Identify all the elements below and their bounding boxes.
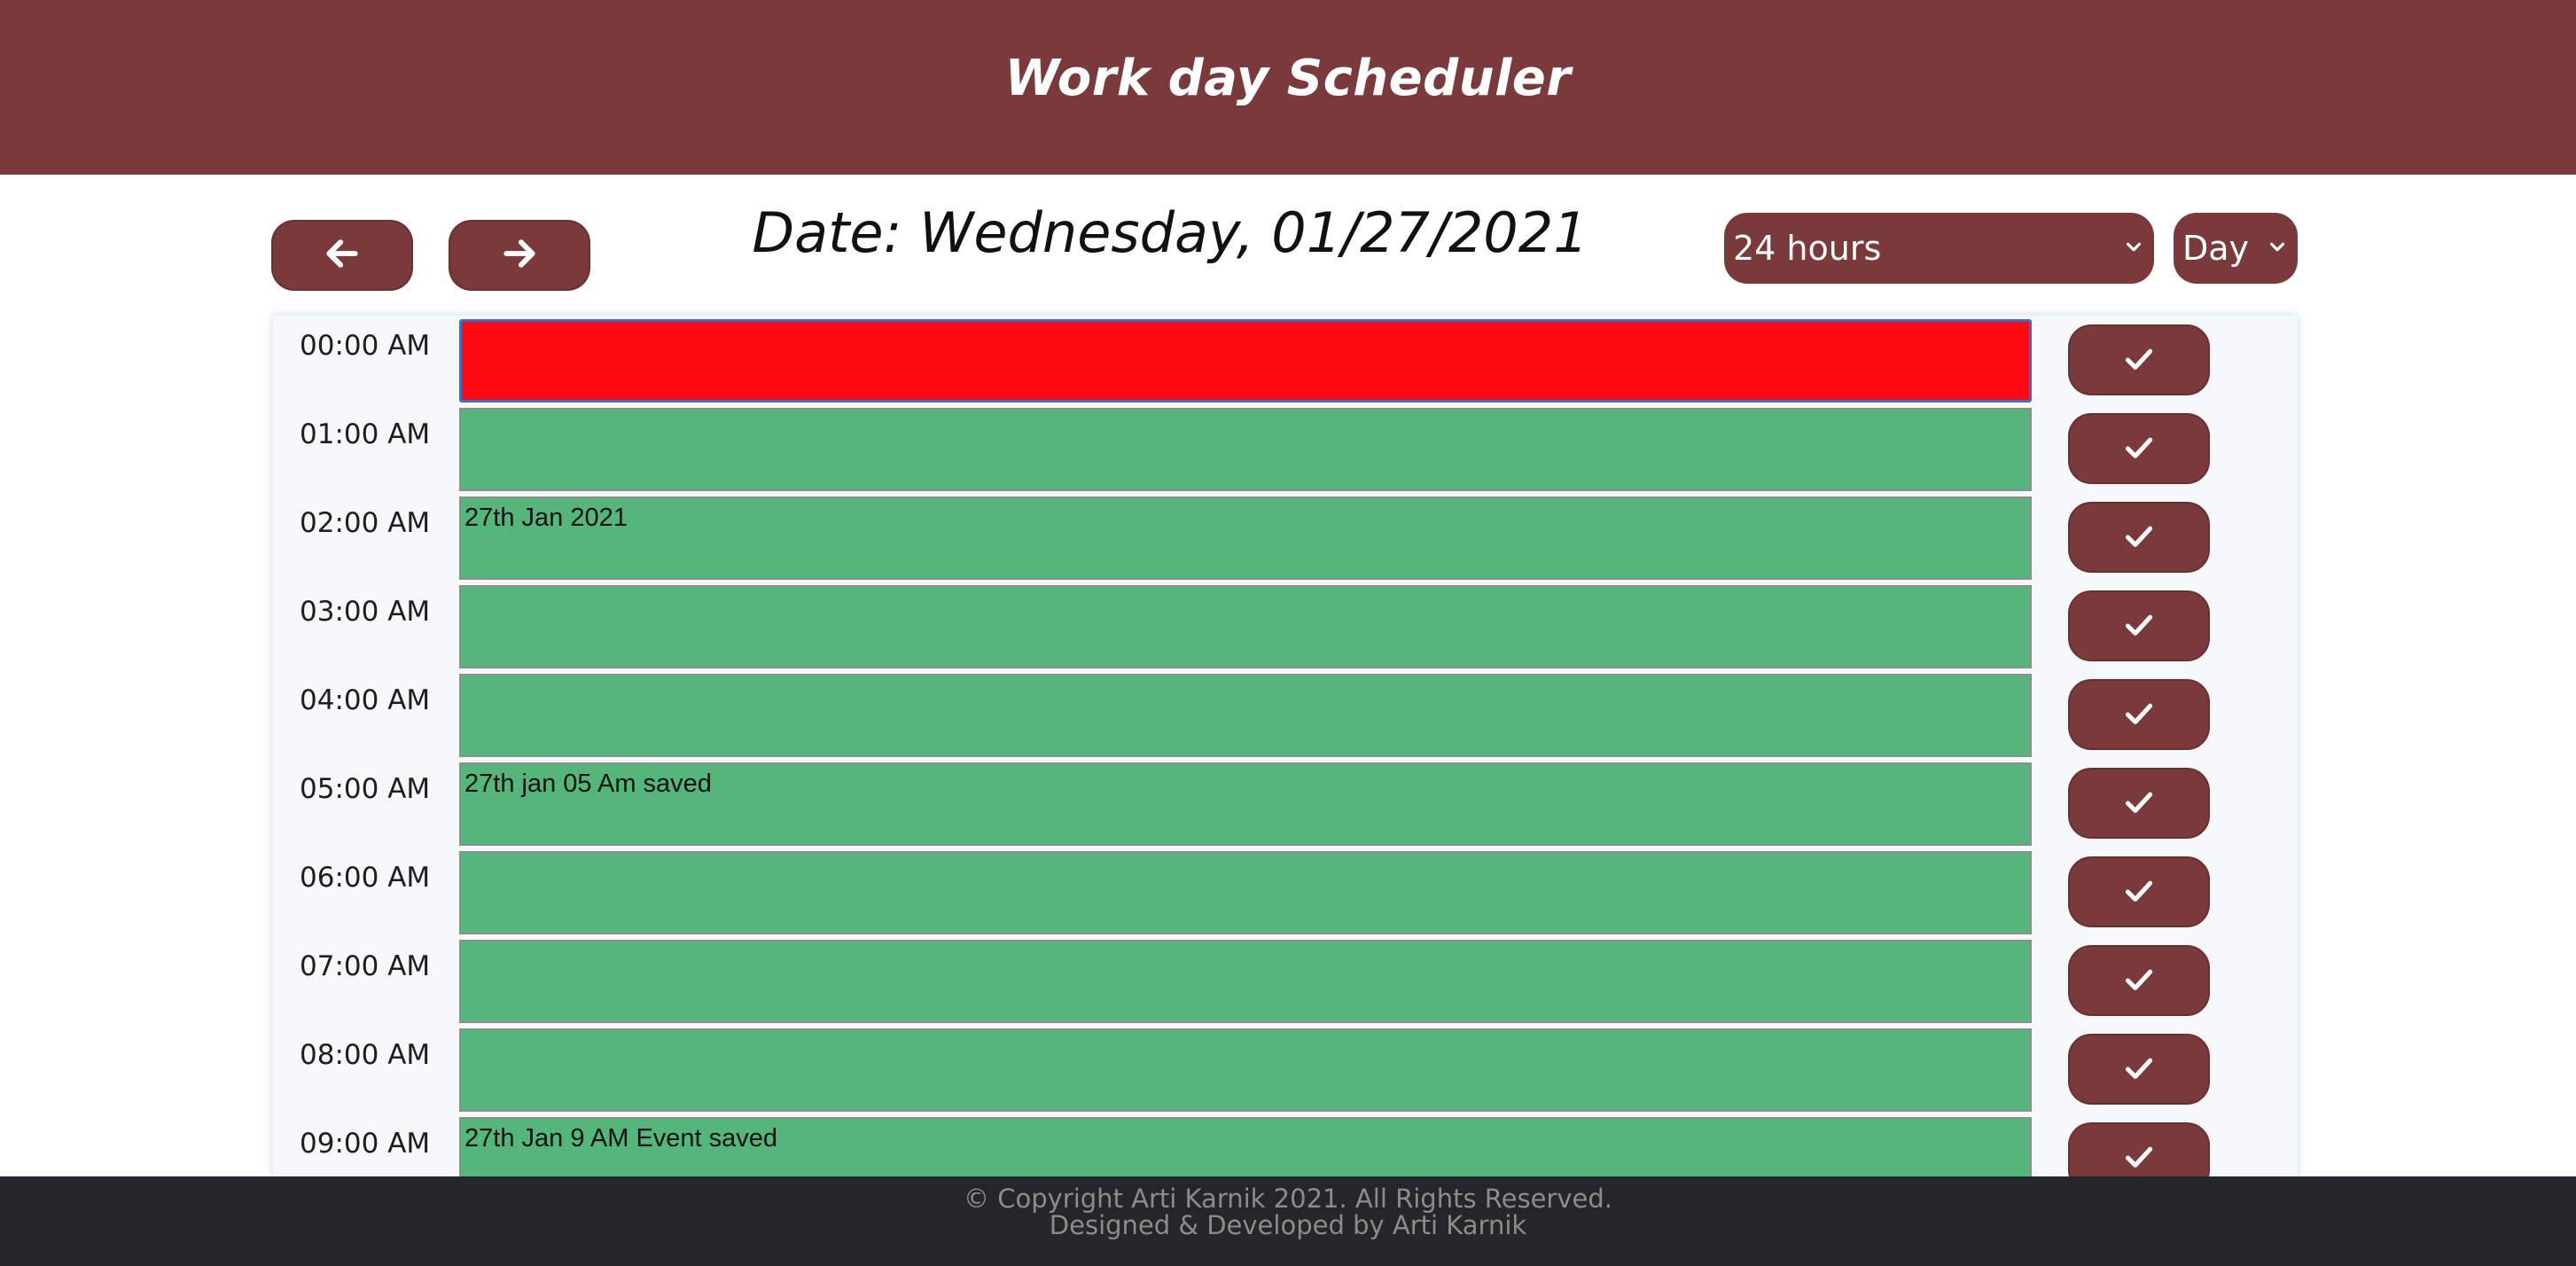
time-row: 06:00 AM (273, 848, 2298, 936)
hour-label: 07:00 AM (300, 950, 431, 982)
checkmark-icon (2125, 348, 2153, 370)
event-input[interactable] (459, 585, 2032, 668)
checkmark-icon (2125, 1058, 2153, 1079)
event-input[interactable] (459, 319, 2032, 402)
save-button[interactable] (2068, 856, 2210, 927)
time-row: 05:00 AM 27th jan 05 Am saved (273, 759, 2298, 848)
time-row: 00:00 AM (273, 316, 2298, 404)
checkmark-icon (2125, 1146, 2153, 1168)
hour-label: 06:00 AM (300, 862, 431, 894)
event-input[interactable] (459, 1028, 2032, 1112)
app-title: Work day Scheduler (1004, 50, 1572, 107)
save-button[interactable] (2068, 945, 2210, 1016)
time-row: 08:00 AM (273, 1025, 2298, 1114)
page-footer: © Copyright Arti Karnik 2021. All Rights… (0, 1176, 2576, 1266)
time-row: 04:00 AM (273, 670, 2298, 759)
event-input[interactable] (459, 851, 2032, 934)
save-button[interactable] (2068, 679, 2210, 750)
hour-label: 00:00 AM (300, 330, 431, 362)
chevron-down-icon (2126, 242, 2142, 252)
hours-select[interactable]: 24 hours (1724, 213, 2154, 284)
save-button[interactable] (2068, 1034, 2210, 1105)
checkmark-icon (2125, 969, 2153, 990)
chevron-down-icon (2269, 242, 2285, 252)
current-date: Date: Wednesday, 01/27/2021 (752, 200, 1589, 265)
event-input[interactable] (459, 674, 2032, 757)
view-select[interactable]: Day (2174, 213, 2298, 284)
hour-label: 08:00 AM (300, 1039, 431, 1071)
view-select-value: Day (2182, 229, 2250, 268)
save-button[interactable] (2068, 324, 2210, 395)
hour-label: 05:00 AM (300, 773, 431, 805)
hour-label: 09:00 AM (300, 1128, 431, 1160)
credit-text: Designed & Developed by Arti Karnik (1049, 1209, 1527, 1240)
previous-day-button[interactable] (271, 220, 413, 291)
schedule-container: 00:00 AM 01:00 AM 02:00 AM 27th Jan 2021… (273, 316, 2298, 1220)
next-day-button[interactable] (449, 220, 590, 291)
checkmark-icon (2125, 703, 2153, 724)
hour-label: 02:00 AM (300, 507, 431, 539)
event-input[interactable] (459, 940, 2032, 1023)
hours-select-value: 24 hours (1733, 229, 1882, 268)
copyright-text: © Copyright Arti Karnik 2021. All Rights… (964, 1183, 1612, 1214)
hour-label: 04:00 AM (300, 684, 431, 716)
time-row: 01:00 AM (273, 404, 2298, 493)
arrow-left-icon (323, 234, 362, 277)
checkmark-icon (2125, 614, 2153, 636)
app-header: Work day Scheduler (0, 0, 2576, 175)
checkmark-icon (2125, 880, 2153, 902)
event-input[interactable]: 27th Jan 2021 (459, 496, 2032, 580)
arrow-right-icon (500, 234, 539, 277)
hour-label: 01:00 AM (300, 418, 431, 450)
save-button[interactable] (2068, 590, 2210, 661)
time-row: 03:00 AM (273, 582, 2298, 670)
save-button[interactable] (2068, 413, 2210, 484)
checkmark-icon (2125, 792, 2153, 813)
save-button[interactable] (2068, 502, 2210, 573)
checkmark-icon (2125, 437, 2153, 458)
page: Work day Scheduler Date: Wednesday, 01/2… (0, 0, 2576, 1266)
hour-label: 03:00 AM (300, 596, 431, 628)
event-input[interactable] (459, 408, 2032, 491)
time-row: 02:00 AM 27th Jan 2021 (273, 493, 2298, 582)
event-input[interactable]: 27th jan 05 Am saved (459, 762, 2032, 846)
time-row: 07:00 AM (273, 936, 2298, 1025)
save-button[interactable] (2068, 768, 2210, 839)
checkmark-icon (2125, 526, 2153, 547)
